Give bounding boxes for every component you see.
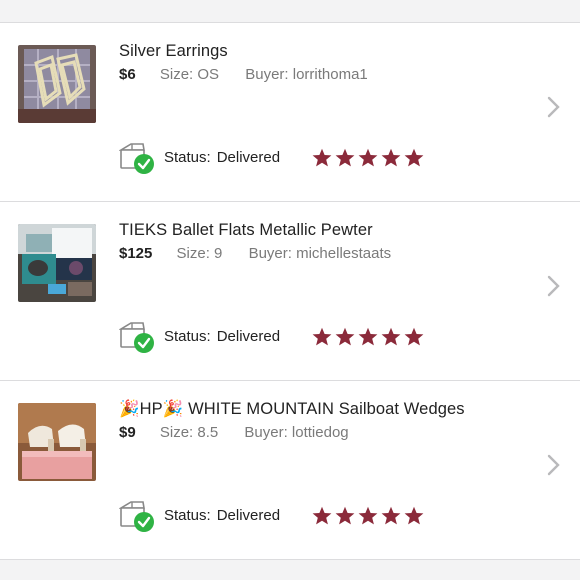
package-delivered-icon <box>118 499 155 533</box>
item-buyer: Buyer: michellestaats <box>248 245 392 262</box>
item-thumbnail <box>18 224 96 302</box>
status-value: Delivered <box>216 507 281 524</box>
star-icon <box>335 506 355 525</box>
rating-stars <box>312 327 427 349</box>
rating-stars <box>312 148 427 170</box>
status-label: Status: <box>164 328 211 345</box>
status-row: Status: Delivered <box>118 320 449 354</box>
item-meta: $6 Size: OS Buyer: lorrithoma1 <box>119 66 368 83</box>
star-icon <box>404 327 424 346</box>
star-icon <box>358 327 378 346</box>
status-text: Status: Delivered <box>164 149 280 166</box>
status-value: Delivered <box>216 149 281 166</box>
order-row[interactable]: Silver Earrings $6 Size: OS Buyer: lorri… <box>0 22 580 201</box>
item-price: $6 <box>119 66 136 83</box>
star-icon <box>381 506 401 525</box>
star-icon <box>358 506 378 525</box>
status-label: Status: <box>164 507 211 524</box>
sold-orders-list: Silver Earrings $6 Size: OS Buyer: lorri… <box>0 0 580 580</box>
item-price: $9 <box>119 424 136 441</box>
item-buyer: Buyer: lorrithoma1 <box>245 66 368 83</box>
status-label: Status: <box>164 149 211 166</box>
status-value: Delivered <box>216 328 281 345</box>
chevron-right-icon[interactable] <box>546 95 562 119</box>
item-size: Size: OS <box>159 66 220 83</box>
item-meta: $9 Size: 8.5 Buyer: lottiedog <box>119 424 349 441</box>
item-thumbnail <box>18 403 96 481</box>
item-title: 🎉HP🎉 WHITE MOUNTAIN Sailboat Wedges <box>119 400 465 418</box>
star-icon <box>312 148 332 167</box>
order-row[interactable]: 🎉HP🎉 WHITE MOUNTAIN Sailboat Wedges $9 S… <box>0 380 580 559</box>
star-icon <box>335 148 355 167</box>
star-icon <box>358 148 378 167</box>
star-icon <box>312 506 332 525</box>
star-icon <box>335 327 355 346</box>
star-icon <box>404 148 424 167</box>
rating-stars <box>312 506 427 528</box>
star-icon <box>404 506 424 525</box>
item-thumbnail <box>18 45 96 123</box>
item-size: Size: 8.5 <box>159 424 219 441</box>
item-meta: $125 Size: 9 Buyer: michellestaats <box>119 245 391 262</box>
item-size: Size: 9 <box>176 245 223 262</box>
order-row[interactable]: TIEKS Ballet Flats Metallic Pewter $125 … <box>0 201 580 380</box>
chevron-right-icon[interactable] <box>546 274 562 298</box>
list-divider <box>0 559 580 560</box>
status-text: Status: Delivered <box>164 507 280 524</box>
item-title: TIEKS Ballet Flats Metallic Pewter <box>119 221 373 239</box>
item-buyer: Buyer: lottiedog <box>244 424 349 441</box>
item-price: $125 <box>119 245 153 262</box>
star-icon <box>381 327 401 346</box>
item-title: Silver Earrings <box>119 42 228 60</box>
package-delivered-icon <box>118 320 155 354</box>
star-icon <box>312 327 332 346</box>
status-row: Status: Delivered <box>118 499 449 533</box>
status-text: Status: Delivered <box>164 328 280 345</box>
status-row: Status: Delivered <box>118 141 449 175</box>
package-delivered-icon <box>118 141 155 175</box>
star-icon <box>381 148 401 167</box>
chevron-right-icon[interactable] <box>546 453 562 477</box>
